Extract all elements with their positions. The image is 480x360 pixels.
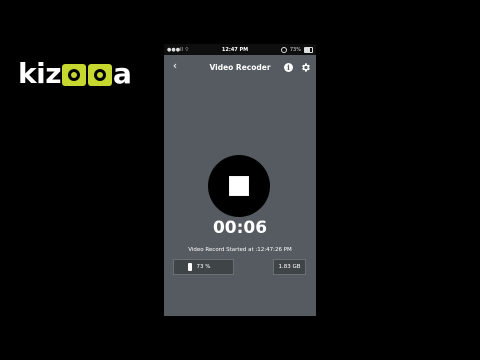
carrier-signal: ●●●ll ⌔ <box>167 46 190 53</box>
battery-icon <box>188 263 192 271</box>
logo-camera-icon <box>88 64 113 86</box>
battery-percent: 73% <box>289 46 301 53</box>
record-stop-button[interactable] <box>208 155 270 217</box>
battery-icon <box>303 46 313 53</box>
nav-bar: ‹ Video Recoder i <box>164 55 316 81</box>
alarm-icon <box>280 46 287 53</box>
logo-camera-icon <box>62 64 87 86</box>
phone-screen: ●●●ll ⌔ 12:47 PM 73% ‹ Video Recoder i 0… <box>164 44 316 316</box>
battery-card: 73 % <box>173 259 234 275</box>
gear-icon[interactable] <box>300 62 311 73</box>
storage-card: 1.83 GB <box>273 259 306 275</box>
status-bar: ●●●ll ⌔ 12:47 PM 73% <box>164 44 316 55</box>
logo-text-right: a <box>113 56 132 90</box>
page-title: Video Recoder <box>209 63 271 72</box>
battery-card-value: 73 % <box>196 264 211 270</box>
stop-icon <box>229 176 249 196</box>
status-right: 73% <box>280 46 313 53</box>
recording-timer: 00:06 <box>212 218 268 238</box>
info-icon[interactable]: i <box>284 63 293 72</box>
status-time: 12:47 PM <box>221 46 249 53</box>
record-started-text: Video Record Started at :12:47:26 PM <box>188 247 292 253</box>
logo-text-left: kiz <box>18 56 62 90</box>
kizoa-logo: kiz a <box>18 56 132 90</box>
storage-card-value: 1.83 GB <box>278 264 301 270</box>
